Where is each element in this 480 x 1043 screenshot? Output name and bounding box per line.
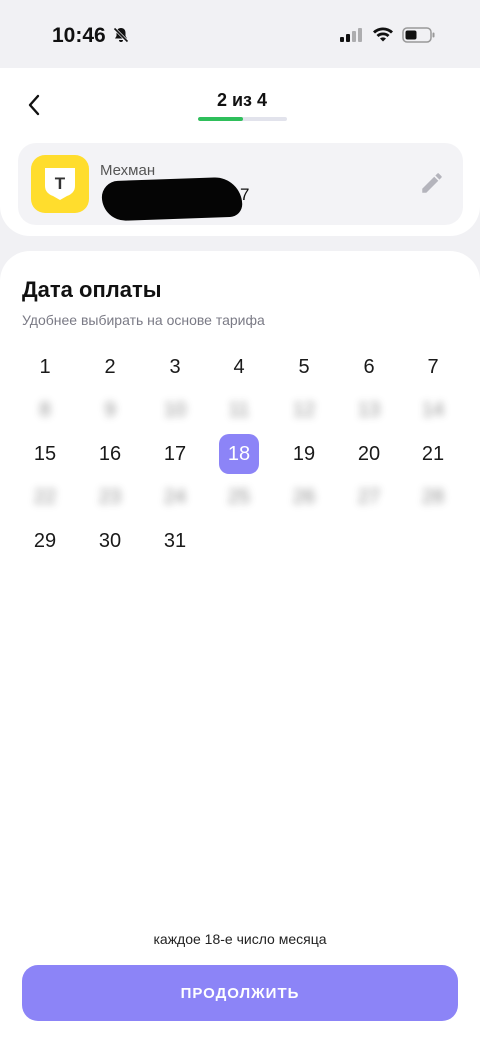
- day-21[interactable]: 21: [413, 434, 453, 474]
- step-indicator: 2 из 4: [216, 90, 268, 110]
- payment-schedule-hint: каждое 18-е число месяца: [153, 931, 327, 947]
- account-name: Мехман: [100, 162, 156, 179]
- day-25[interactable]: 25: [219, 477, 259, 517]
- day-30[interactable]: 30: [90, 521, 130, 561]
- day-10[interactable]: 10: [155, 390, 195, 430]
- day-9[interactable]: 9: [90, 390, 130, 430]
- day-3[interactable]: 3: [155, 347, 195, 387]
- day-20[interactable]: 20: [349, 434, 389, 474]
- day-8[interactable]: 8: [25, 390, 65, 430]
- day-27[interactable]: 27: [349, 477, 389, 517]
- day-28[interactable]: 28: [413, 477, 453, 517]
- status-bar: 10:46: [0, 0, 480, 68]
- account-card: T Мехман 7: [18, 143, 463, 225]
- section-title: Дата оплаты: [22, 277, 162, 302]
- section-subtitle: Удобнее выбирать на основе тарифа: [22, 312, 265, 328]
- day-18[interactable]: 18: [219, 434, 259, 474]
- bank-logo: T: [31, 155, 89, 213]
- day-31[interactable]: 31: [155, 521, 195, 561]
- day-23[interactable]: 23: [90, 477, 130, 517]
- day-1[interactable]: 1: [25, 347, 65, 387]
- progress-bar: [198, 117, 287, 121]
- pencil-icon: [422, 173, 442, 193]
- day-24[interactable]: 24: [155, 477, 195, 517]
- logo-letter: T: [55, 174, 66, 193]
- status-time: 10:46: [52, 24, 106, 47]
- day-15[interactable]: 15: [25, 434, 65, 474]
- day-4[interactable]: 4: [219, 347, 259, 387]
- day-5[interactable]: 5: [284, 347, 324, 387]
- progress-fill: [198, 117, 243, 121]
- day-22[interactable]: 22: [25, 477, 65, 517]
- day-2[interactable]: 2: [90, 347, 130, 387]
- day-12[interactable]: 12: [284, 390, 324, 430]
- day-6[interactable]: 6: [349, 347, 389, 387]
- day-11[interactable]: 11: [219, 390, 259, 430]
- continue-button[interactable]: ПРОДОЛЖИТЬ: [22, 965, 458, 1021]
- day-14[interactable]: 14: [413, 390, 453, 430]
- battery-icon: [402, 27, 435, 43]
- day-13[interactable]: 13: [349, 390, 389, 430]
- day-7[interactable]: 7: [413, 347, 453, 387]
- wifi-icon: [373, 27, 393, 42]
- day-19[interactable]: 19: [284, 434, 324, 474]
- day-16[interactable]: 16: [90, 434, 130, 474]
- edit-button[interactable]: [419, 170, 445, 196]
- redacted-account-number: [101, 176, 243, 222]
- day-29[interactable]: 29: [25, 521, 65, 561]
- signal-icon: [340, 28, 362, 42]
- day-26[interactable]: 26: [284, 477, 324, 517]
- day-17[interactable]: 17: [155, 434, 195, 474]
- bank-shield-icon: T: [45, 168, 75, 200]
- bell-slash-icon: [113, 27, 129, 43]
